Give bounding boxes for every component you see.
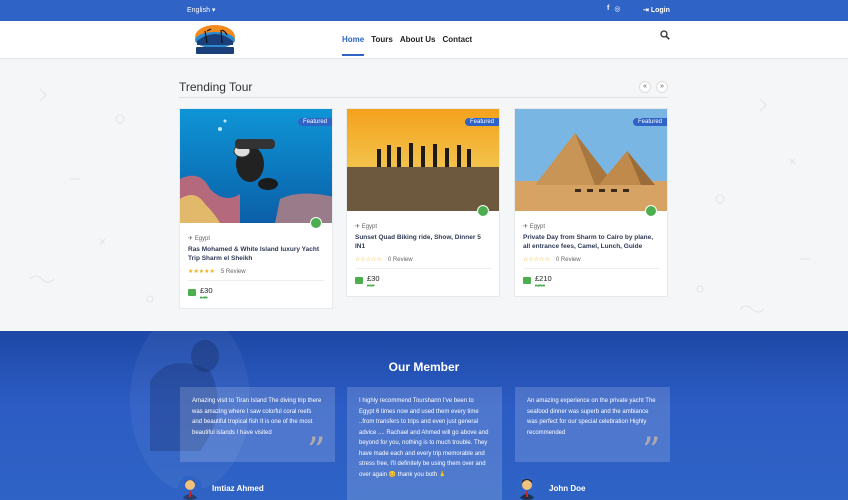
- nav-tours[interactable]: Tours: [371, 35, 393, 56]
- testimonials-section: Our Member Amazing visit to Tiran Island…: [0, 331, 848, 500]
- review-count: 0 Review: [387, 256, 413, 263]
- trending-title: Trending Tour: [179, 80, 253, 94]
- tour-image-sunset[interactable]: Featured: [347, 109, 499, 211]
- tour-image-pyramids[interactable]: Featured: [515, 109, 667, 211]
- login-label: Login: [650, 7, 670, 14]
- testimonial-card: I highly recommend Toursharm I've been t…: [347, 387, 502, 500]
- tour-image-diving[interactable]: Featured: [180, 109, 332, 223]
- instagram-icon[interactable]: ◎: [614, 5, 620, 13]
- testimonial-card: Amazing visit to Tiran Island The diving…: [180, 387, 335, 472]
- social-links: f ◎: [607, 5, 620, 13]
- testimonial-card: An amazing experience on the private yac…: [515, 387, 670, 472]
- plane-icon: ✈: [523, 224, 530, 230]
- wishlist-heart-icon[interactable]: [477, 205, 489, 217]
- tour-price: £30 £45: [188, 287, 324, 301]
- price-tag-icon: [188, 289, 196, 296]
- tour-rating: ★★★★★ 5 Review: [188, 268, 324, 281]
- tour-location: ✈ Egypt: [355, 224, 378, 230]
- current-price: £30: [367, 274, 380, 283]
- carousel-prev-button[interactable]: «: [639, 81, 651, 93]
- tour-card[interactable]: Featured ✈ Egypt Private Day from Sharm …: [514, 108, 668, 297]
- star-rating: ★★★★★: [188, 269, 215, 275]
- price-tag-icon: [523, 277, 531, 284]
- nav-contact[interactable]: Contact: [442, 35, 472, 56]
- login-icon: ⇥: [643, 7, 651, 14]
- tour-title[interactable]: Sunset Quad Biking ride, Show, Dinner 5 …: [355, 234, 491, 251]
- search-icon[interactable]: [660, 30, 670, 40]
- testimonial-text: An amazing experience on the private yac…: [527, 398, 656, 436]
- main-nav: Home Tours About Us Contact: [342, 35, 472, 56]
- tour-location: ✈ Egypt: [523, 224, 546, 230]
- site-header: Home Tours About Us Contact: [0, 21, 848, 59]
- reviewer: John Doe: [515, 476, 585, 500]
- nav-home[interactable]: Home: [342, 35, 365, 56]
- price-tag-icon: [355, 277, 363, 284]
- tour-card[interactable]: Featured ✈ Egypt Sunset Quad Biking ride…: [346, 108, 500, 297]
- facebook-icon[interactable]: f: [607, 5, 609, 13]
- star-rating: ☆☆☆☆☆: [355, 257, 382, 263]
- language-selector[interactable]: English ▾: [187, 6, 215, 14]
- tour-price: £210 £250: [523, 275, 659, 289]
- reviewer-name: Imtiaz Ahmed: [212, 483, 264, 493]
- old-price: £250: [535, 283, 546, 288]
- nav-about-us[interactable]: About Us: [400, 35, 436, 56]
- featured-badge: Featured: [464, 118, 499, 126]
- featured-badge: Featured: [297, 118, 332, 126]
- section-title: Our Member: [388, 360, 460, 374]
- tour-card[interactable]: Featured ✈ Egypt Ras Mohamed & White Isl…: [179, 108, 333, 309]
- reviewer-name: John Doe: [549, 483, 586, 493]
- testimonial-text: I highly recommend Toursharm I've been t…: [359, 398, 489, 478]
- featured-badge: Featured: [632, 118, 667, 126]
- avatar: [178, 476, 202, 500]
- plane-icon: ✈: [188, 236, 195, 242]
- current-price: £210: [535, 274, 552, 283]
- tour-rating: ☆☆☆☆☆ 0 Review: [355, 256, 491, 269]
- reviewer: Imtiaz Ahmed: [178, 476, 264, 500]
- tour-title[interactable]: Private Day from Sharm to Cairo by plane…: [523, 234, 659, 251]
- old-price: £50: [367, 283, 375, 288]
- wishlist-heart-icon[interactable]: [310, 217, 322, 229]
- plane-icon: ✈: [355, 224, 362, 230]
- quote-icon: ”: [642, 431, 661, 472]
- current-price: £30: [200, 286, 213, 295]
- tour-location: ✈ Egypt: [188, 236, 211, 242]
- review-count: 0 Review: [555, 256, 581, 263]
- tour-rating: ☆☆☆☆☆ 0 Review: [523, 256, 659, 269]
- divider: [179, 97, 668, 98]
- top-bar: English ▾ f ◎ ⇥ Login: [0, 0, 848, 21]
- quote-icon: ”: [307, 431, 326, 472]
- review-count: 5 Review: [220, 268, 246, 275]
- avatar: [515, 476, 539, 500]
- login-link[interactable]: ⇥ Login: [643, 6, 670, 14]
- testimonial-text: Amazing visit to Tiran Island The diving…: [192, 398, 322, 436]
- old-price: £45: [200, 295, 208, 300]
- tour-title[interactable]: Ras Mohamed & White Island luxury Yacht …: [188, 246, 324, 263]
- wishlist-heart-icon[interactable]: [645, 205, 657, 217]
- carousel-next-button[interactable]: »: [656, 81, 668, 93]
- star-rating: ☆☆☆☆☆: [523, 257, 550, 263]
- site-logo[interactable]: [191, 23, 239, 59]
- tour-price: £30 £50: [355, 275, 491, 289]
